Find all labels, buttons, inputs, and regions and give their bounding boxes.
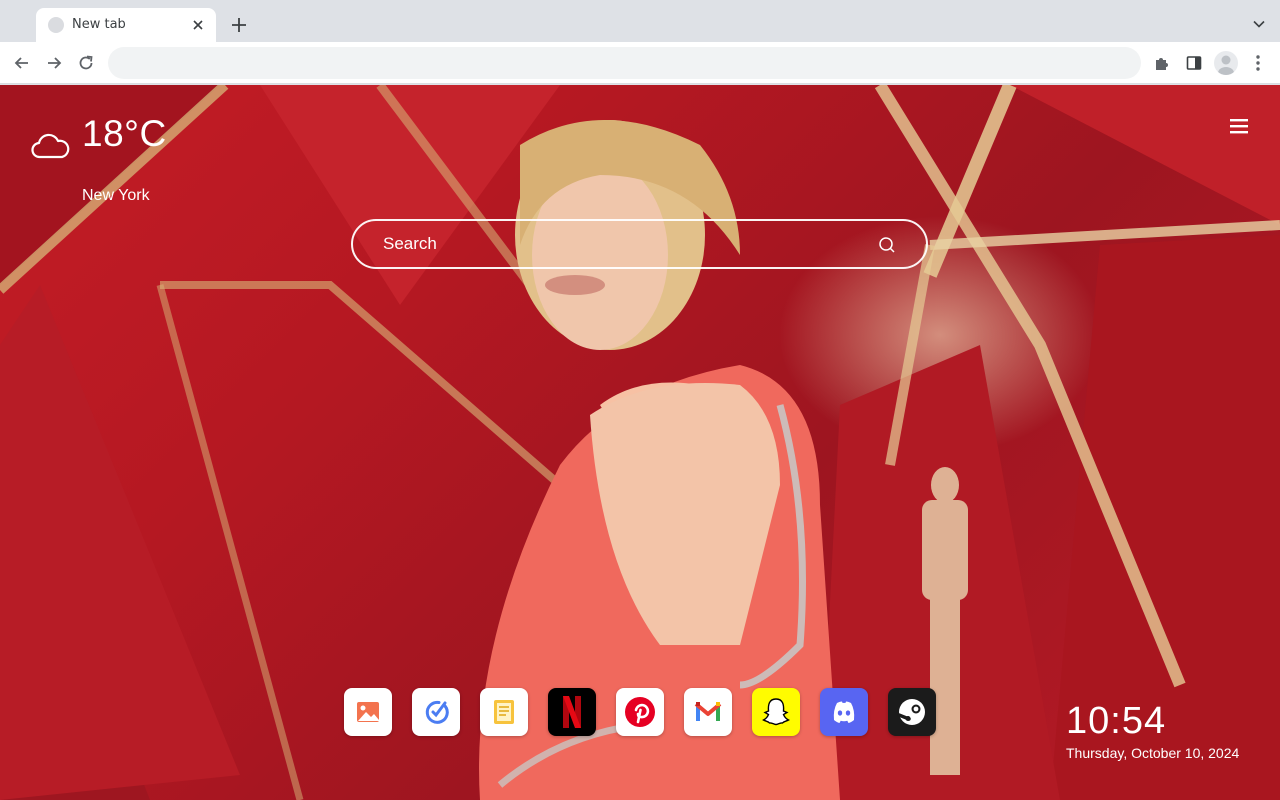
arrow-right-icon[interactable] [44, 53, 64, 73]
plus-icon[interactable] [229, 15, 249, 35]
gmail-icon [694, 702, 722, 721]
app-netflix[interactable] [548, 688, 596, 736]
check-circle-icon [425, 700, 449, 724]
snapchat-icon [762, 698, 790, 726]
app-gmail[interactable] [684, 688, 732, 736]
app-snapchat[interactable] [752, 688, 800, 736]
person-icon[interactable] [1214, 51, 1238, 75]
steam-icon [897, 699, 925, 725]
weather-temperature: 18°C [82, 113, 167, 154]
search-input[interactable] [383, 232, 863, 256]
pinterest-icon [625, 697, 655, 727]
app-pinterest[interactable] [616, 688, 664, 736]
browser-toolbar [0, 42, 1280, 84]
app-tasks[interactable] [412, 688, 460, 736]
side-panel-icon[interactable] [1184, 53, 1204, 73]
address-bar[interactable] [108, 47, 1141, 79]
search-icon[interactable] [878, 236, 896, 254]
weather-city: New York [82, 187, 150, 204]
reload-icon[interactable] [76, 53, 96, 73]
clock-date: Thursday, October 10, 2024 [1066, 745, 1240, 761]
blank-page-icon [48, 17, 64, 33]
app-steam[interactable] [888, 688, 936, 736]
arrow-left-icon[interactable] [12, 53, 32, 73]
app-discord[interactable] [820, 688, 868, 736]
search-bar[interactable] [351, 219, 928, 269]
puzzle-icon[interactable] [1152, 53, 1172, 73]
tab-title: New tab [72, 17, 126, 32]
tab-strip: New tab [0, 0, 1280, 42]
app-photos[interactable] [344, 688, 392, 736]
hamburger-icon[interactable] [1229, 117, 1249, 135]
netflix-icon [563, 696, 581, 728]
close-icon[interactable] [190, 17, 206, 33]
app-notes[interactable] [480, 688, 528, 736]
tab-new-tab[interactable]: New tab [36, 8, 216, 42]
three-dots-icon[interactable] [1248, 53, 1268, 73]
app-dock [344, 688, 936, 736]
clock-widget: 10:54 Thursday, October 10, 2024 [1066, 700, 1239, 761]
clock-time: 10:54 [1066, 700, 1167, 742]
chevron-down-icon[interactable] [1252, 17, 1266, 31]
new-tab-page: 18°C New York Search 10:54 Thursday, Oct… [0, 85, 1280, 800]
cloud-icon [31, 133, 70, 159]
discord-icon [833, 701, 855, 723]
image-icon [357, 702, 379, 722]
notes-icon [494, 700, 514, 724]
